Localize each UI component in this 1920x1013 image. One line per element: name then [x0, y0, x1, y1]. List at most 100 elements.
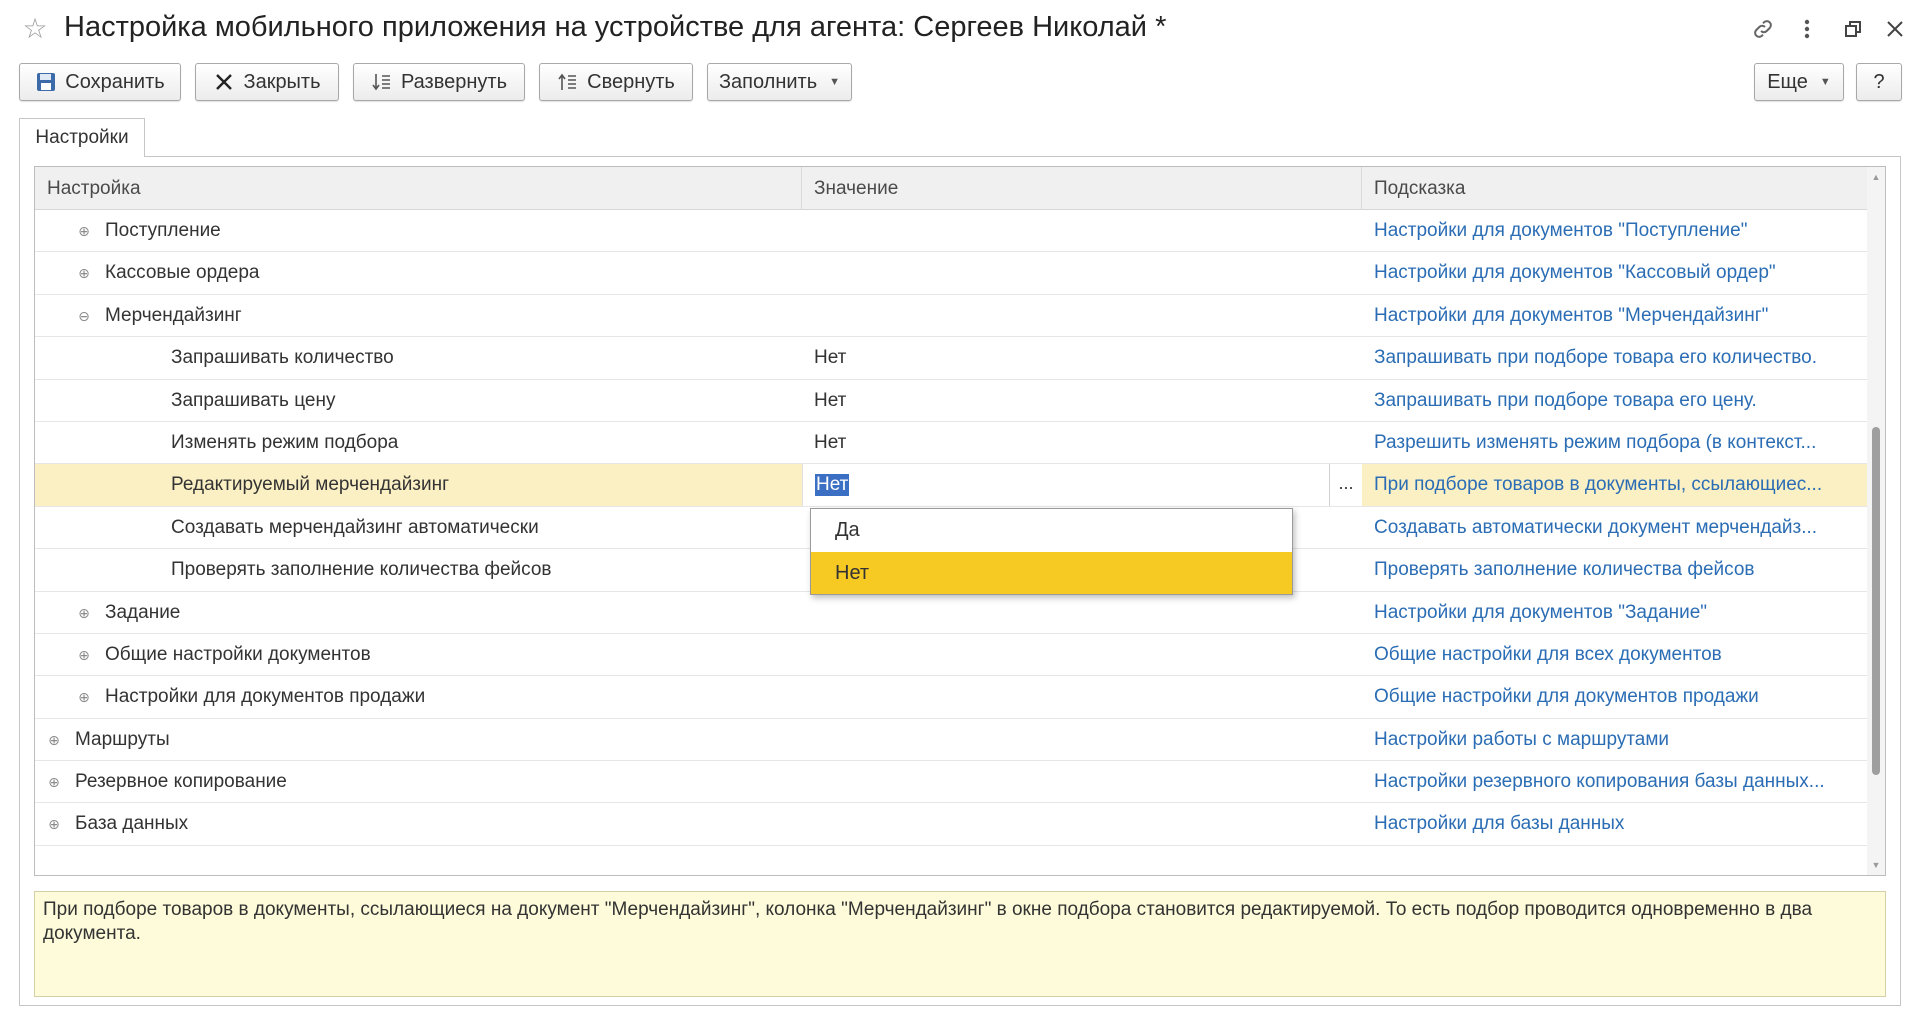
setting-value-cell[interactable]: [802, 295, 1362, 337]
value-editor-field[interactable]: Нет...: [802, 464, 1362, 507]
setting-name-cell[interactable]: Запрашивать цену: [35, 380, 802, 422]
setting-hint-link[interactable]: Общие настройки для документов продажи: [1362, 676, 1867, 718]
value-editor-text[interactable]: Нет: [815, 474, 850, 497]
table-row[interactable]: Запрашивать цену Нет Запрашивать при подбо…: [35, 380, 1867, 422]
table-row[interactable]: Редактируемый мерчендайзинг Нет... При под…: [35, 464, 1867, 507]
setting-name-cell[interactable]: ⊕ Общие настройки документов: [35, 634, 802, 676]
toolbar: Сохранить Закрыть Развернуть Свернуть За…: [0, 63, 1920, 103]
setting-value-cell[interactable]: Нет: [802, 380, 1362, 422]
setting-value-cell[interactable]: [802, 634, 1362, 676]
setting-hint-link[interactable]: Запрашивать при подборе товара его колич…: [1362, 337, 1867, 379]
table-row[interactable]: ⊕ Задание Настройки для документов "Задани…: [35, 592, 1867, 634]
expand-plus-icon[interactable]: ⊕: [77, 606, 91, 620]
setting-hint-link[interactable]: Проверять заполнение количества фейсов: [1362, 549, 1867, 591]
setting-hint-link[interactable]: Настройки для базы данных: [1362, 803, 1867, 845]
setting-name-cell[interactable]: ⊕ Поступление: [35, 210, 802, 252]
dropdown-option-yes[interactable]: Да: [811, 509, 1292, 551]
ellipsis-select-button[interactable]: ...: [1329, 464, 1362, 507]
tab-settings[interactable]: Настройки: [19, 118, 145, 157]
setting-name-cell[interactable]: Редактируемый мерчендайзинг: [35, 464, 802, 506]
setting-value-cell[interactable]: [802, 210, 1362, 252]
column-header-value[interactable]: Значение: [802, 167, 1362, 210]
setting-value-cell[interactable]: [802, 252, 1362, 294]
grid-header: Настройка Значение Подсказка: [35, 167, 1867, 210]
table-row[interactable]: ⊕ Резервное копирование Настройки резервно…: [35, 761, 1867, 804]
dropdown-option-no[interactable]: Нет: [811, 552, 1292, 594]
table-row[interactable]: ⊕ Общие настройки документов Общие настрой…: [35, 634, 1867, 677]
table-row[interactable]: ⊕ Кассовые ордера Настройки для документов…: [35, 252, 1867, 295]
setting-name-cell[interactable]: ⊕ Кассовые ордера: [35, 252, 802, 294]
setting-name-text: Проверять заполнение количества фейсов: [171, 559, 552, 581]
restore-window-icon[interactable]: [1838, 14, 1868, 44]
setting-value-cell[interactable]: Нет: [802, 422, 1362, 464]
setting-value-cell[interactable]: [802, 803, 1362, 845]
table-row[interactable]: Запрашивать количество Нет Запрашивать при…: [35, 337, 1867, 380]
setting-name-text: Настройки для документов продажи: [105, 686, 426, 708]
setting-hint-link[interactable]: Общие настройки для всех документов: [1362, 634, 1867, 676]
caret-down-icon: ▼: [829, 76, 841, 88]
vertical-scrollbar[interactable]: ▲ ▼: [1867, 167, 1885, 875]
setting-name-cell[interactable]: ⊕ База данных: [35, 803, 802, 845]
setting-name-cell[interactable]: Запрашивать количество: [35, 337, 802, 379]
setting-value-cell[interactable]: [802, 592, 1362, 634]
column-header-setting[interactable]: Настройка: [35, 167, 802, 210]
expand-plus-icon[interactable]: ⊕: [77, 648, 91, 662]
setting-hint-link[interactable]: Разрешить изменять режим подбора (в конт…: [1362, 422, 1867, 464]
setting-hint-link[interactable]: Настройки резервного копирования базы да…: [1362, 761, 1867, 803]
setting-hint-link[interactable]: Создавать автоматически документ мерченд…: [1362, 507, 1867, 549]
settings-window: ☆ Настройка мобильного приложения на уст…: [0, 0, 1920, 1013]
setting-value-cell[interactable]: [802, 676, 1362, 718]
setting-name-text: Поступление: [105, 220, 221, 241]
help-button[interactable]: ?: [1856, 63, 1902, 101]
star-icon[interactable]: ☆: [20, 14, 50, 44]
fill-dropdown-button[interactable]: Заполнить ▼: [707, 63, 852, 101]
table-row[interactable]: Изменять режим подбора Нет Разрешить измен…: [35, 422, 1867, 465]
expand-plus-icon[interactable]: ⊕: [77, 690, 91, 704]
setting-hint-link[interactable]: Настройки для документов "Задание": [1362, 592, 1867, 634]
value-dropdown-list: Да Нет: [810, 508, 1293, 595]
setting-value-cell[interactable]: Нет: [802, 337, 1362, 379]
expand-plus-icon[interactable]: ⊕: [47, 733, 61, 747]
setting-name-cell[interactable]: ⊕ Задание: [35, 592, 802, 634]
setting-name-cell[interactable]: Проверять заполнение количества фейсов: [35, 549, 802, 591]
setting-name-cell[interactable]: ⊕ Маршруты: [35, 719, 802, 761]
table-row[interactable]: ⊕ Настройки для документов продажи Общие н…: [35, 676, 1867, 719]
table-row[interactable]: ⊕ База данных Настройки для базы данных: [35, 803, 1867, 846]
setting-name-text: База данных: [75, 813, 189, 835]
table-row[interactable]: ⊕ Маршруты Настройки работы с маршрутами: [35, 719, 1867, 762]
more-button[interactable]: Еще ▼: [1754, 63, 1844, 101]
expand-plus-icon[interactable]: ⊕: [47, 817, 61, 831]
collapse-minus-icon[interactable]: ⊖: [77, 309, 91, 323]
expand-button[interactable]: Развернуть: [353, 63, 525, 101]
collapse-button[interactable]: Свернуть: [539, 63, 693, 101]
scrollbar-thumb[interactable]: [1872, 427, 1880, 775]
column-header-hint[interactable]: Подсказка: [1362, 167, 1867, 210]
setting-hint-link[interactable]: Настройки для документов "Кассовый ордер…: [1362, 252, 1867, 294]
setting-value-cell[interactable]: [802, 719, 1362, 761]
link-icon[interactable]: [1748, 14, 1778, 44]
floppy-disk-icon: [35, 71, 57, 93]
table-row[interactable]: ⊕ Поступление Настройки для документов "По…: [35, 210, 1867, 253]
expand-plus-icon[interactable]: ⊕: [47, 775, 61, 789]
setting-value-cell[interactable]: [802, 761, 1362, 803]
setting-hint-link[interactable]: Настройки для документов "Мерчендайзинг": [1362, 295, 1867, 337]
expand-plus-icon[interactable]: ⊕: [77, 266, 91, 280]
scroll-down-icon[interactable]: ▼: [1867, 855, 1885, 875]
setting-hint-link[interactable]: Настройки для документов "Поступление": [1362, 210, 1867, 252]
setting-name-cell[interactable]: ⊖ Мерчендайзинг: [35, 295, 802, 337]
scroll-up-icon[interactable]: ▲: [1867, 167, 1885, 187]
table-row[interactable]: ⊖ Мерчендайзинг Настройки для документов "…: [35, 295, 1867, 338]
setting-name-cell[interactable]: Изменять режим подбора: [35, 422, 802, 464]
setting-hint-link[interactable]: При подборе товаров в документы, ссылающ…: [1362, 464, 1867, 506]
setting-name-cell[interactable]: ⊕ Настройки для документов продажи: [35, 676, 802, 718]
caret-down-icon: ▼: [1819, 76, 1831, 88]
expand-plus-icon[interactable]: ⊕: [77, 224, 91, 238]
close-button[interactable]: Закрыть: [195, 63, 339, 101]
close-icon[interactable]: [1880, 14, 1910, 44]
more-vertical-icon[interactable]: [1792, 14, 1822, 44]
save-button[interactable]: Сохранить: [19, 63, 181, 101]
setting-name-cell[interactable]: Создавать мерчендайзинг автоматически: [35, 507, 802, 549]
setting-hint-link[interactable]: Запрашивать при подборе товара его цену.: [1362, 380, 1867, 422]
setting-name-cell[interactable]: ⊕ Резервное копирование: [35, 761, 802, 803]
setting-hint-link[interactable]: Настройки работы с маршрутами: [1362, 719, 1867, 761]
